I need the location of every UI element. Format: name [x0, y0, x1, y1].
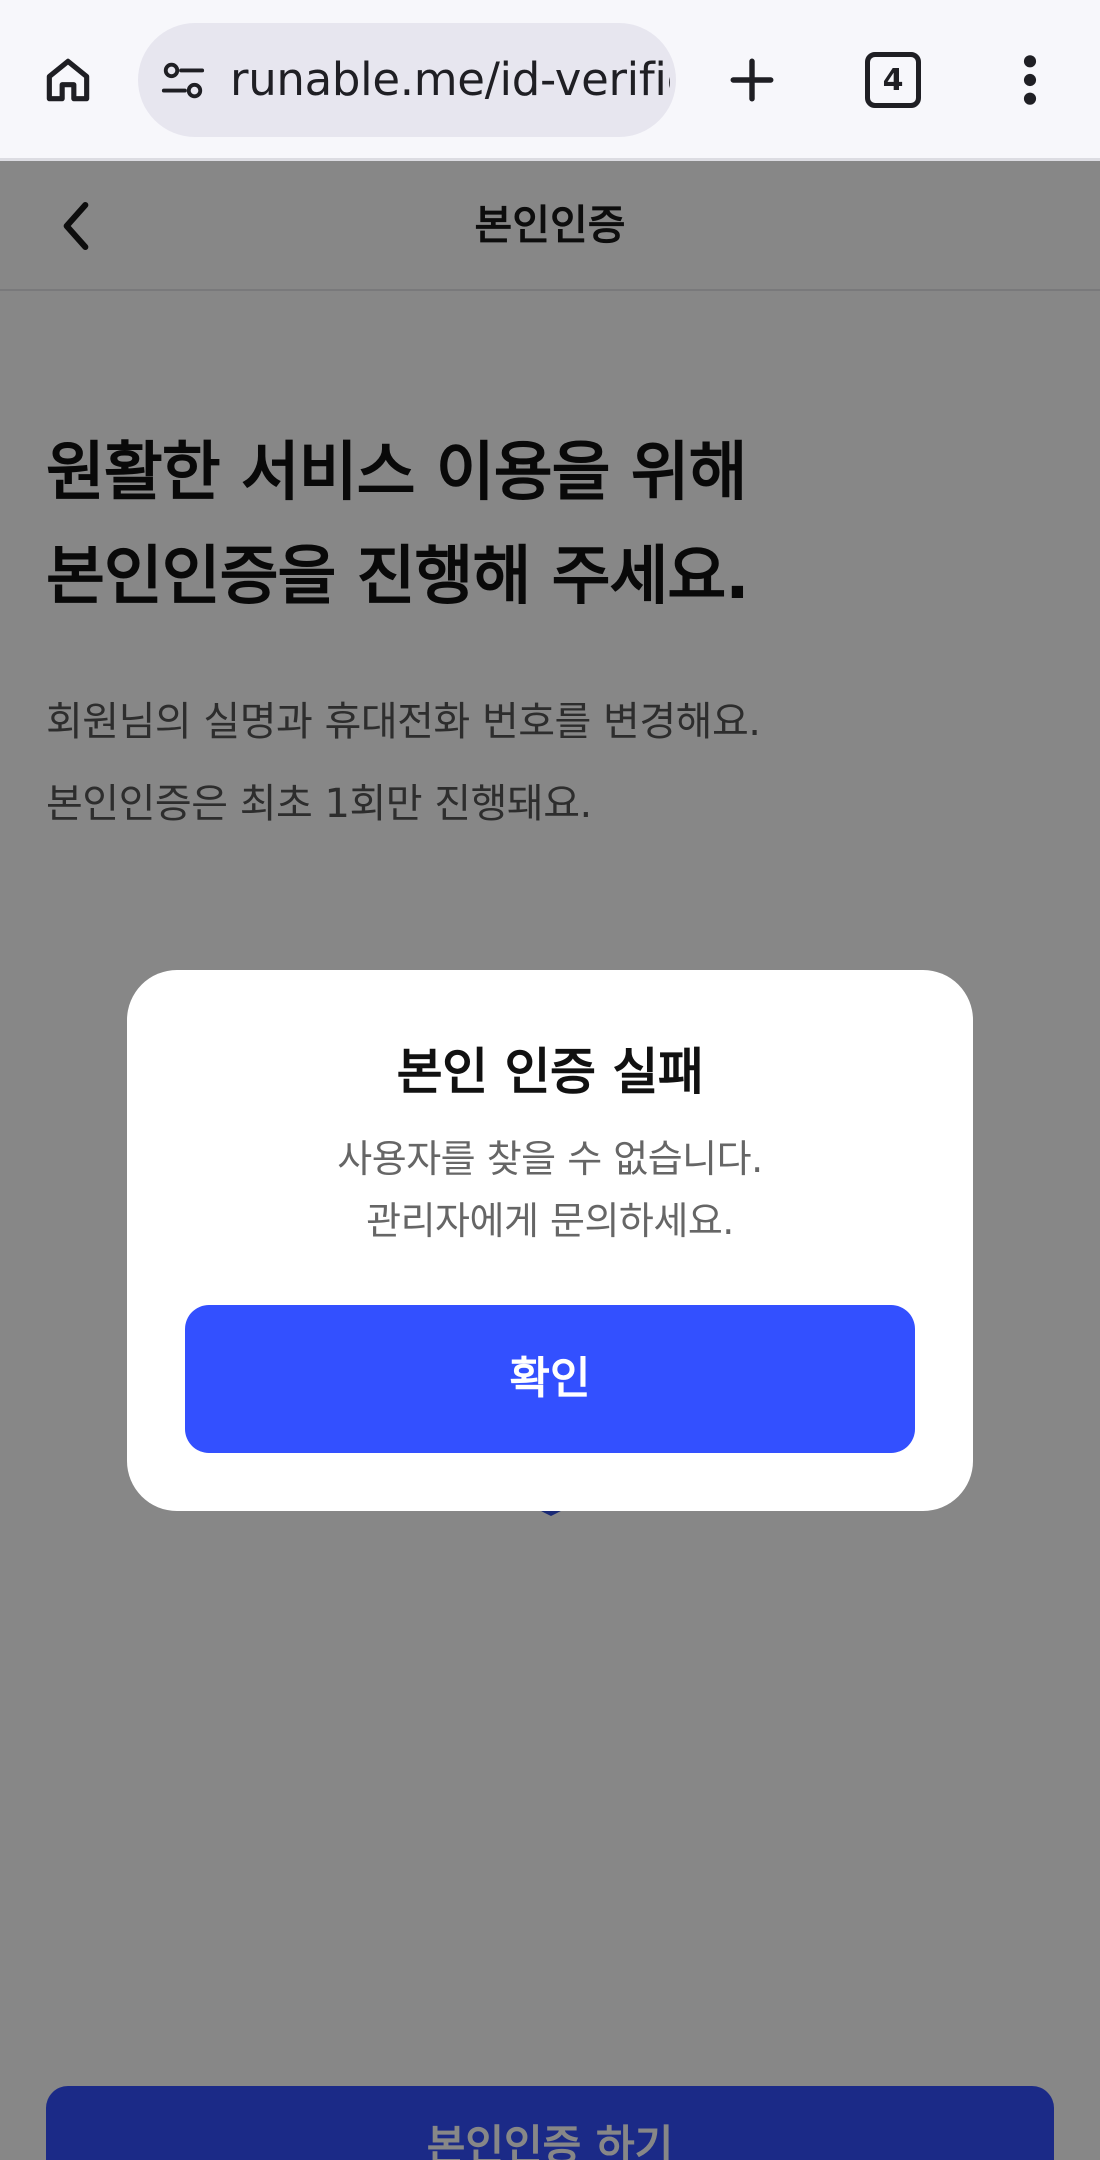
dialog-title: 본인 인증 실패: [396, 1043, 704, 1101]
url-text[interactable]: runable.me/id-verific: [230, 23, 670, 137]
confirm-button[interactable]: 확인: [185, 1305, 915, 1453]
dialog-message-line: 관리자에게 문의하세요.: [366, 1199, 734, 1243]
tune-icon[interactable]: [160, 58, 206, 104]
home-button[interactable]: [28, 40, 108, 120]
dialog-message-line: 사용자를 찾을 수 없습니다.: [337, 1137, 763, 1181]
dialog-message: 사용자를 찾을 수 없습니다. 관리자에게 문의하세요.: [127, 1128, 973, 1252]
address-bar[interactable]: runable.me/id-verific: [138, 23, 676, 137]
home-icon: [46, 58, 90, 102]
tab-switcher-button[interactable]: 4: [853, 40, 933, 120]
tab-switcher-icon: 4: [865, 52, 921, 108]
plus-icon: [730, 58, 774, 102]
more-vert-icon: [1023, 55, 1037, 105]
error-dialog: 본인 인증 실패 사용자를 찾을 수 없습니다. 관리자에게 문의하세요. 확인: [127, 970, 973, 1511]
new-tab-button[interactable]: [712, 40, 792, 120]
tab-count: 4: [882, 62, 904, 98]
browser-menu-button[interactable]: [1000, 40, 1060, 120]
browser-toolbar: runable.me/id-verific 4: [0, 0, 1100, 161]
